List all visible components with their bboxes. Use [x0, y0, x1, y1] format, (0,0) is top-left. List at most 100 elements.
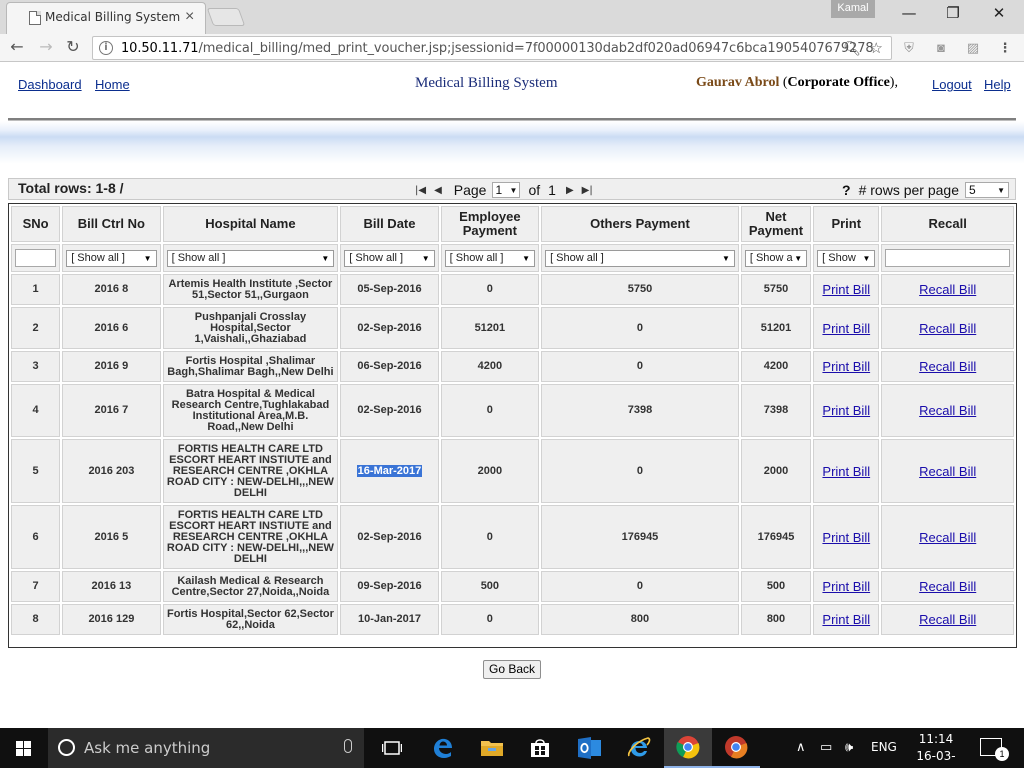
help-link[interactable]: Help: [984, 77, 1011, 92]
cell-bill-date-text: 06-Sep-2016: [357, 360, 422, 372]
column-header-recall[interactable]: Recall: [881, 206, 1014, 242]
forward-icon[interactable]: →: [35, 38, 57, 58]
restore-button[interactable]: ❐: [930, 4, 976, 24]
bill-date-filter[interactable]: [ Show all ] ▼: [344, 249, 435, 267]
dashboard-link[interactable]: Dashboard: [18, 77, 82, 92]
image-extension-icon[interactable]: ▨: [964, 40, 982, 56]
internet-explorer-icon[interactable]: [615, 728, 663, 768]
home-link[interactable]: Home: [95, 77, 130, 92]
print-bill-link[interactable]: Print Bill: [822, 403, 870, 418]
minimize-button[interactable]: —: [886, 4, 932, 24]
bill-ctrl-no-filter[interactable]: [ Show all ] ▼: [66, 249, 157, 267]
file-explorer-icon[interactable]: [468, 728, 516, 768]
close-window-button[interactable]: ✕: [976, 4, 1022, 24]
rows-per-page-select[interactable]: 5 ▼: [965, 182, 1009, 198]
cell-sno: 5: [11, 439, 61, 503]
hospital-name-filter[interactable]: [ Show all ] ▼: [166, 249, 335, 267]
recall-bill-link[interactable]: Recall Bill: [919, 403, 976, 418]
start-button[interactable]: [0, 728, 48, 768]
column-header-others-payment[interactable]: Others Payment: [541, 206, 739, 242]
cell-sno-text: 8: [32, 613, 39, 625]
last-page-icon[interactable]: ▶|: [582, 185, 593, 196]
cell-bill-ctrl-no-text: 2016 129: [88, 613, 135, 625]
profile-button[interactable]: Kamal: [831, 0, 875, 18]
reload-icon[interactable]: ↻: [62, 38, 84, 58]
table-row: 7 2016 13 Kailash Medical & Research Centr…: [11, 571, 1014, 602]
rows-per-page: ? # rows per page 5 ▼: [842, 180, 1009, 200]
others-payment-filter[interactable]: [ Show all ] ▼: [545, 249, 735, 267]
zoom-icon[interactable]: 🔍︎: [843, 40, 861, 57]
chrome-canary-icon[interactable]: [712, 728, 760, 768]
chevron-down-icon: ▼: [522, 253, 531, 263]
page-select[interactable]: 1 ▼: [492, 182, 521, 198]
new-tab-button[interactable]: [206, 8, 246, 26]
bookmark-star-icon[interactable]: ☆: [870, 39, 883, 57]
task-view-icon[interactable]: [368, 728, 416, 768]
recall-bill-link[interactable]: Recall Bill: [919, 464, 976, 479]
network-icon[interactable]: ▭: [820, 740, 832, 755]
show-hidden-icons-icon[interactable]: ∧: [796, 740, 806, 755]
camera-extension-icon[interactable]: ◙: [932, 40, 950, 56]
column-header-hospital-name[interactable]: Hospital Name: [162, 206, 339, 242]
cell-bill-date-text: 02-Sep-2016: [357, 404, 422, 416]
store-icon[interactable]: [516, 728, 564, 768]
print-bill-link[interactable]: Print Bill: [822, 282, 870, 297]
chrome-icon[interactable]: [664, 728, 712, 768]
edge-icon[interactable]: [419, 728, 467, 768]
table-row: 1 2016 8 Artemis Health Institute ,Sector …: [11, 274, 1014, 305]
column-header-print[interactable]: Print: [813, 206, 880, 242]
print-bill-link[interactable]: Print Bill: [822, 579, 870, 594]
next-page-icon[interactable]: ▶: [566, 185, 574, 196]
cell-others-payment-text: 0: [636, 321, 644, 334]
microphone-icon[interactable]: [344, 739, 352, 753]
bills-table-container: SNo Bill Ctrl No Hospital Name Bill Date…: [8, 203, 1017, 648]
logout-link[interactable]: Logout: [932, 77, 972, 92]
column-header-bill-date[interactable]: Bill Date: [340, 206, 439, 242]
cell-print: Print Bill: [813, 604, 880, 635]
cell-recall: Recall Bill: [881, 604, 1014, 635]
recall-bill-link[interactable]: Recall Bill: [919, 321, 976, 336]
action-center-icon[interactable]: 1: [980, 738, 1009, 761]
prev-page-icon[interactable]: ◀: [434, 185, 442, 196]
first-page-icon[interactable]: |◀: [415, 185, 426, 196]
sno-filter-input[interactable]: [15, 249, 57, 267]
print-bill-link[interactable]: Print Bill: [822, 464, 870, 479]
cell-employee-payment-text: 4200: [477, 360, 503, 372]
recall-bill-link[interactable]: Recall Bill: [919, 612, 976, 627]
info-icon[interactable]: i: [99, 41, 113, 55]
menu-icon[interactable]: ⋮: [996, 40, 1014, 56]
language-indicator[interactable]: ENG: [871, 740, 897, 754]
column-header-sno[interactable]: SNo: [11, 206, 61, 242]
net-payment-filter[interactable]: [ Show a ▼: [744, 249, 808, 267]
url-text[interactable]: 10.50.11.71/medical_billing/med_print_vo…: [121, 41, 874, 56]
volume-icon[interactable]: 🕪︎: [845, 740, 853, 755]
shield-extension-icon[interactable]: ⛨: [900, 40, 918, 56]
column-header-employee-payment[interactable]: Employee Payment: [440, 206, 540, 242]
print-bill-link[interactable]: Print Bill: [822, 530, 870, 545]
recall-filter-input[interactable]: [885, 249, 1010, 267]
tab-close-icon[interactable]: ×: [185, 8, 194, 26]
recall-bill-link[interactable]: Recall Bill: [919, 530, 976, 545]
cell-recall: Recall Bill: [881, 505, 1014, 569]
cell-bill-date: 16-Mar-2017: [340, 439, 439, 503]
employee-payment-filter[interactable]: [ Show all ] ▼: [444, 249, 536, 267]
column-header-net-payment[interactable]: Net Payment: [740, 206, 812, 242]
column-header-bill-ctrl-no[interactable]: Bill Ctrl No: [62, 206, 161, 242]
print-bill-link[interactable]: Print Bill: [822, 612, 870, 627]
address-bar[interactable]: i 10.50.11.71/medical_billing/med_print_…: [92, 36, 892, 60]
print-bill-link[interactable]: Print Bill: [822, 359, 870, 374]
recall-bill-link[interactable]: Recall Bill: [919, 359, 976, 374]
help-icon[interactable]: ?: [842, 182, 851, 198]
go-back-button[interactable]: Go Back: [483, 660, 541, 679]
cell-print: Print Bill: [813, 351, 880, 382]
print-filter[interactable]: [ Show ▼: [817, 249, 876, 267]
recall-bill-link[interactable]: Recall Bill: [919, 282, 976, 297]
system-clock[interactable]: 11:14 16-03-2017: [904, 731, 968, 782]
back-icon[interactable]: ←: [6, 38, 28, 58]
browser-tab[interactable]: Medical Billing System ×: [6, 2, 206, 34]
cell-employee-payment: 2000: [440, 439, 540, 503]
print-bill-link[interactable]: Print Bill: [822, 321, 870, 336]
recall-bill-link[interactable]: Recall Bill: [919, 579, 976, 594]
outlook-icon[interactable]: [566, 728, 614, 768]
cortana-search-box[interactable]: Ask me anything: [48, 728, 364, 768]
